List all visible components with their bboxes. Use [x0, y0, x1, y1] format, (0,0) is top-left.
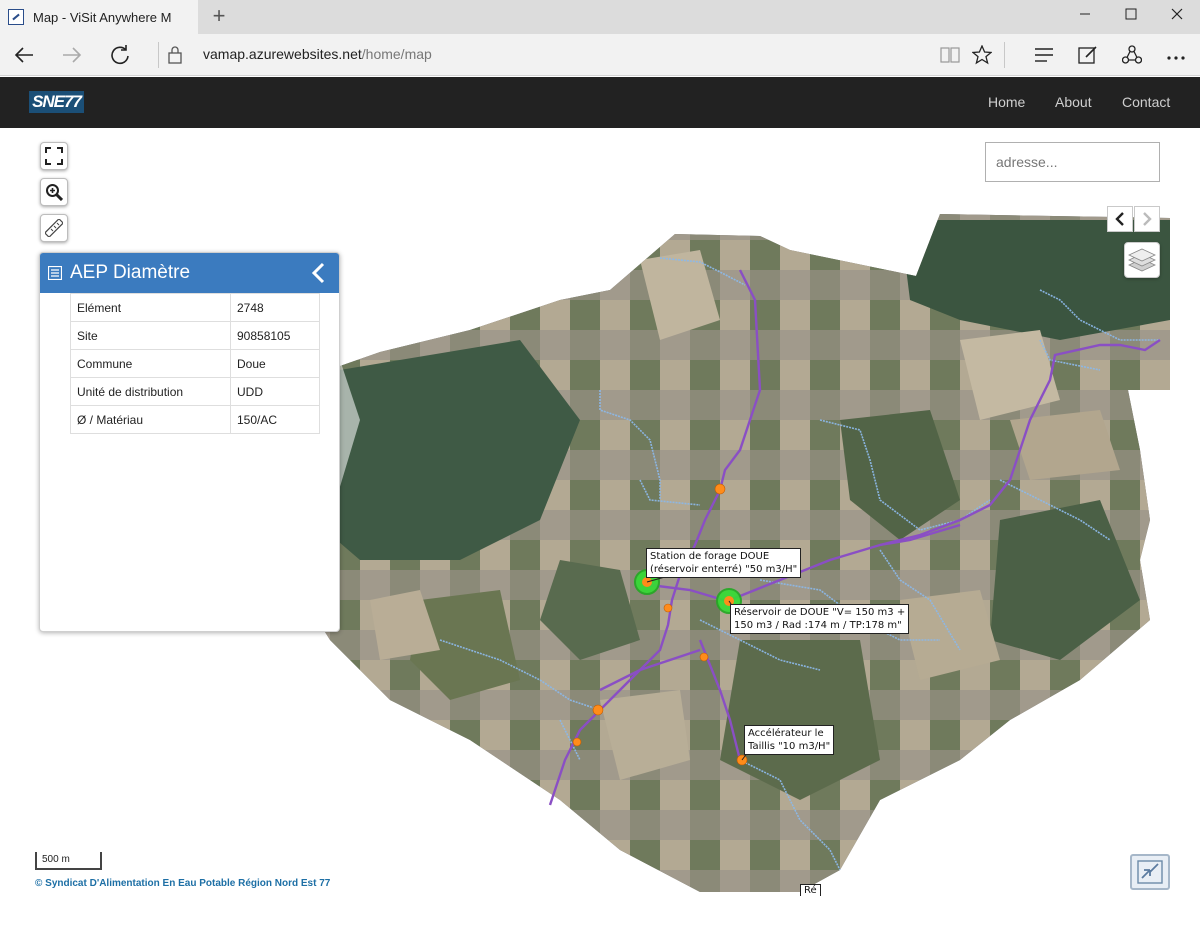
refresh-icon[interactable] [104, 39, 136, 71]
zoom-box-button[interactable] [40, 178, 68, 206]
nav-about-link[interactable]: About [1055, 94, 1092, 110]
attribute-value: 90858105 [230, 321, 320, 350]
attribute-key: Site [70, 321, 231, 350]
map-view[interactable]: AEP Diamètre Elément 2748 Site 90858105 Co… [0, 128, 1200, 932]
attribute-key: Commune [70, 349, 231, 378]
attribute-table: Elément 2748 Site 90858105 Commune Doue Uni… [70, 293, 320, 434]
url-path: /home/map [361, 46, 432, 62]
table-row: Commune Doue [70, 349, 320, 378]
panel-title: AEP Diamètre [70, 262, 191, 283]
attribute-value: Doue [230, 349, 320, 378]
ruler-icon [45, 219, 63, 237]
browser-tab[interactable]: Map - ViSit Anywhere M [0, 0, 198, 34]
close-window-icon[interactable] [1154, 0, 1200, 34]
site-logo[interactable]: SNE77 [29, 91, 84, 113]
fullscreen-icon [45, 147, 63, 165]
toolbar-divider [1004, 42, 1005, 68]
next-extent-button[interactable] [1134, 206, 1160, 232]
browser-tab-title: Map - ViSit Anywhere M [33, 9, 172, 25]
map-label-accelerateur: Accélérateur le Taillis "10 m3/H" [744, 725, 835, 755]
overview-map-icon [1137, 860, 1163, 884]
feature-info-panel: AEP Diamètre Elément 2748 Site 90858105 Co… [39, 252, 340, 632]
attribute-value: 2748 [230, 293, 320, 322]
maximize-icon[interactable] [1108, 0, 1154, 34]
back-arrow-icon[interactable] [8, 39, 40, 71]
site-navbar: SNE77 Home About Contact [0, 77, 1200, 128]
map-attribution: © Syndicat D'Alimentation En Eau Potable… [35, 878, 331, 889]
minimize-icon[interactable] [1062, 0, 1108, 34]
browser-tab-bar: Map - ViSit Anywhere M + [0, 0, 1200, 34]
map-label-station: Station de forage DOUE (réservoir enterr… [646, 548, 802, 578]
table-list-icon [48, 266, 62, 280]
fullscreen-button[interactable] [40, 142, 68, 170]
table-row: Site 90858105 [70, 321, 320, 350]
url-host: vamap.azurewebsites.net [203, 46, 362, 62]
overview-map-button[interactable] [1130, 854, 1170, 890]
attribute-value: 150/AC [230, 405, 320, 434]
chevron-right-icon [1143, 212, 1152, 226]
previous-extent-button[interactable] [1107, 206, 1133, 232]
attribute-key: Elément [70, 293, 231, 322]
layer-switcher-button[interactable] [1124, 242, 1160, 278]
table-row: Unité de distribution UDD [70, 377, 320, 406]
zoom-in-icon [46, 184, 63, 201]
nav-home-link[interactable]: Home [988, 94, 1025, 110]
more-options-icon[interactable] [1159, 39, 1193, 71]
attribute-key: Ø / Matériau [70, 405, 231, 434]
web-note-icon[interactable] [1071, 39, 1105, 71]
favorite-star-icon[interactable] [965, 39, 999, 71]
attribute-value: UDD [230, 377, 320, 406]
browser-address-bar: vamap.azurewebsites.net/home/map [0, 34, 1200, 76]
attribute-key: Unité de distribution [70, 377, 231, 406]
site-favicon-icon [8, 9, 24, 25]
scale-bar: 500 m [35, 852, 102, 870]
url-field[interactable]: vamap.azurewebsites.net/home/map [203, 46, 432, 62]
nav-contact-link[interactable]: Contact [1122, 94, 1170, 110]
new-tab-button[interactable]: + [206, 3, 232, 29]
table-row: Elément 2748 [70, 293, 320, 322]
chevron-left-icon [1115, 212, 1124, 226]
toolbar-divider [158, 42, 159, 68]
address-search-input[interactable] [985, 142, 1160, 182]
panel-header: AEP Diamètre [40, 253, 339, 293]
table-row: Ø / Matériau 150/AC [70, 405, 320, 434]
reading-view-icon[interactable] [933, 39, 967, 71]
layers-icon [1128, 248, 1156, 272]
measure-button[interactable] [40, 214, 68, 242]
chevron-left-icon[interactable] [309, 261, 329, 285]
lock-icon [168, 46, 182, 64]
share-icon[interactable] [1115, 39, 1149, 71]
forward-arrow-icon[interactable] [56, 39, 88, 71]
hub-menu-icon[interactable] [1027, 39, 1061, 71]
map-label-reservoir: Réservoir de DOUE "V= 150 m3 + 150 m3 / … [730, 604, 910, 634]
map-label-partial: Ré [800, 884, 821, 896]
